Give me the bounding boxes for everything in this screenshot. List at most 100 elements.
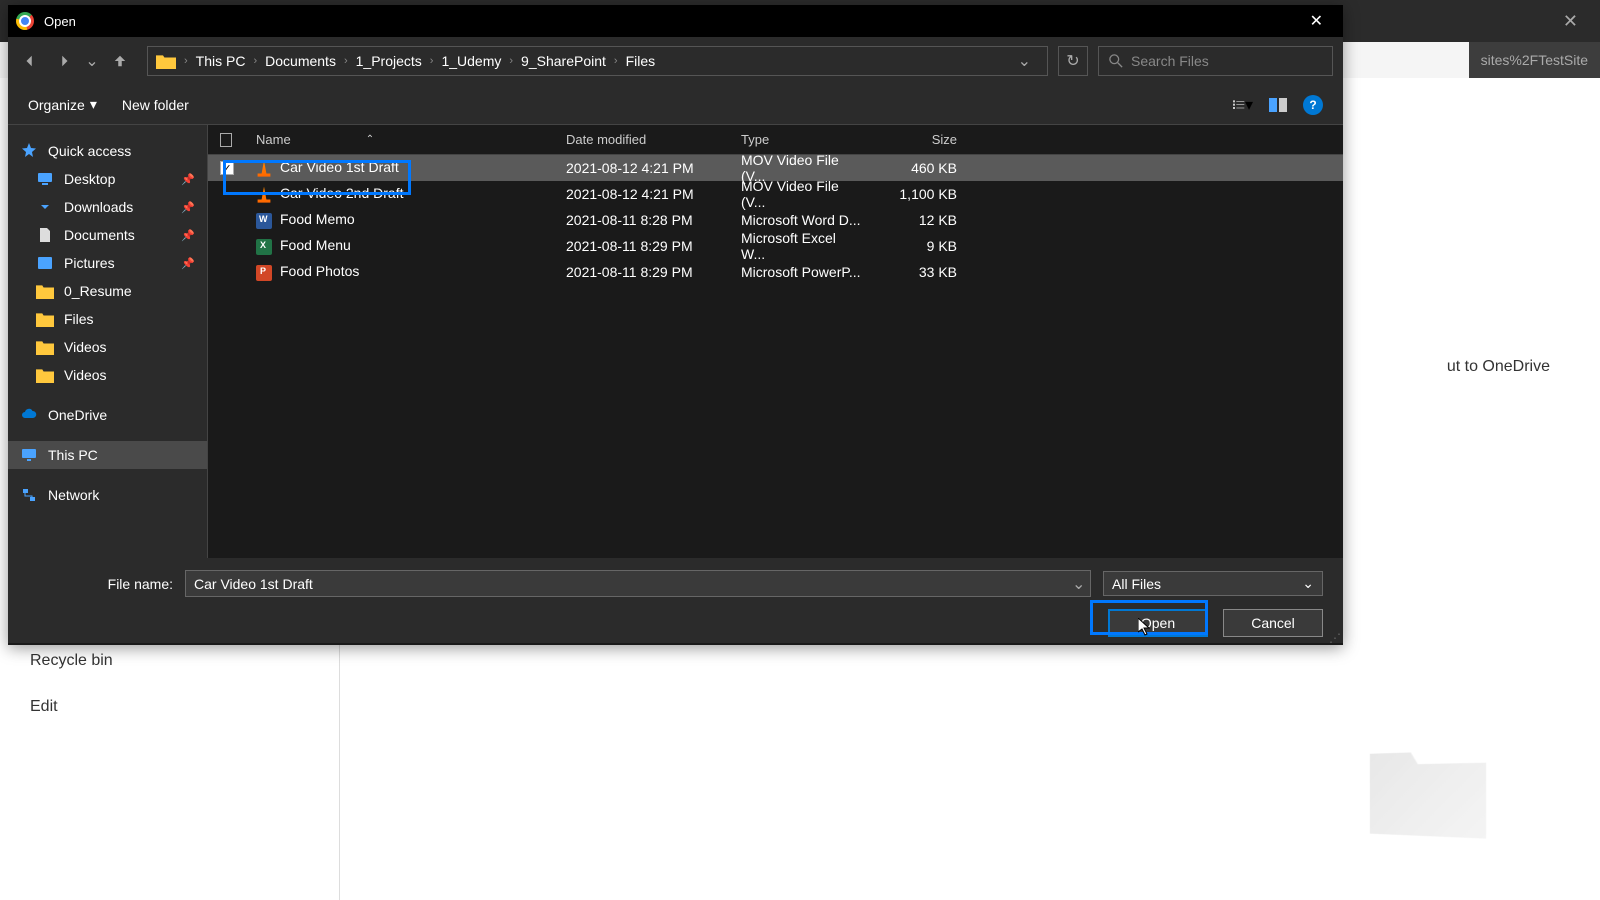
excel-icon (256, 239, 272, 255)
mouse-cursor (1138, 618, 1152, 636)
breadcrumb-path[interactable]: › This PC › Documents › 1_Projects › 1_U… (147, 46, 1048, 76)
column-date[interactable]: Date modified (554, 132, 729, 147)
file-size: 33 KB (874, 264, 969, 280)
tree-label: Network (48, 487, 99, 503)
file-list[interactable]: Name⌃ Date modified Type Size Car Video … (208, 125, 1343, 558)
file-type: Microsoft PowerP... (729, 264, 874, 280)
browser-close-button[interactable]: ✕ (1551, 3, 1590, 40)
resize-grip[interactable]: ⋰ (1329, 631, 1341, 643)
file-name: Food Memo (280, 211, 355, 227)
vlc-icon (256, 187, 272, 203)
tree-label: Pictures (64, 255, 115, 271)
file-date: 2021-08-11 8:29 PM (554, 238, 729, 254)
folder-icon (36, 339, 54, 355)
file-date: 2021-08-12 4:21 PM (554, 186, 729, 202)
tree-label: 0_Resume (64, 283, 132, 299)
breadcrumb-item[interactable]: Files (618, 53, 664, 69)
back-button[interactable] (18, 49, 42, 73)
tree-documents[interactable]: Documents 📌 (8, 221, 207, 249)
breadcrumb-item[interactable]: Documents (257, 53, 344, 69)
file-size: 1,100 KB (874, 186, 969, 202)
forward-button[interactable] (52, 49, 76, 73)
list-header[interactable]: Name⌃ Date modified Type Size (208, 125, 1343, 155)
dropdown-icon: ▾ (90, 96, 97, 113)
filename-dropdown-icon[interactable]: ⌄ (1066, 571, 1090, 596)
column-name[interactable]: Name⌃ (244, 132, 554, 147)
breadcrumb-item[interactable]: This PC (188, 53, 254, 69)
file-size: 460 KB (874, 160, 969, 176)
new-folder-button[interactable]: New folder (122, 97, 189, 113)
file-date: 2021-08-11 8:28 PM (554, 212, 729, 228)
download-icon (36, 199, 54, 215)
breadcrumb-item[interactable]: 1_Udemy (433, 53, 509, 69)
tree-label: Downloads (64, 199, 133, 215)
column-type[interactable]: Type (729, 132, 874, 147)
sidebar-edit[interactable]: Edit (0, 684, 339, 730)
filename-label: File name: (28, 576, 173, 592)
up-button[interactable] (108, 49, 132, 73)
file-name: Car Video 1st Draft (280, 159, 399, 175)
file-name: Food Menu (280, 237, 351, 253)
path-dropdown-icon[interactable]: ⌄ (1010, 51, 1039, 71)
tree-label: OneDrive (48, 407, 107, 423)
pin-icon: 📌 (181, 229, 195, 242)
tree-quick-access[interactable]: Quick access (8, 137, 207, 165)
picture-icon (36, 255, 54, 271)
preview-pane-button[interactable] (1268, 97, 1288, 113)
filetype-label: All Files (1112, 576, 1161, 592)
browser-url-fragment: sites%2FTestSite (1469, 42, 1600, 78)
tree-pictures[interactable]: Pictures 📌 (8, 249, 207, 277)
tree-folder-videos-2[interactable]: Videos (8, 361, 207, 389)
folder-icon (36, 311, 54, 327)
word-icon (256, 213, 272, 229)
tree-label: Quick access (48, 143, 131, 159)
file-date: 2021-08-12 4:21 PM (554, 160, 729, 176)
dialog-close-button[interactable]: ✕ (1298, 7, 1335, 35)
file-row[interactable]: Car Video 2nd Draft 2021-08-12 4:21 PM M… (208, 181, 1343, 207)
breadcrumb-item[interactable]: 9_SharePoint (513, 53, 614, 69)
help-button[interactable]: ? (1303, 95, 1323, 115)
select-all-checkbox[interactable] (208, 133, 244, 147)
file-row[interactable]: Food Photos 2021-08-11 8:29 PM Microsoft… (208, 259, 1343, 285)
tree-onedrive[interactable]: OneDrive (8, 401, 207, 429)
filename-input[interactable] (186, 571, 1066, 596)
breadcrumb-item[interactable]: 1_Projects (348, 53, 430, 69)
tree-label: Files (64, 311, 94, 327)
file-name: Car Video 2nd Draft (280, 185, 403, 201)
tree-label: This PC (48, 447, 98, 463)
file-open-dialog: Open ✕ ⌄ › This PC › Documents › 1_Proje… (8, 5, 1343, 645)
file-checkbox[interactable] (220, 161, 234, 175)
tree-this-pc[interactable]: This PC (8, 441, 207, 469)
tree-network[interactable]: Network (8, 481, 207, 509)
cancel-button[interactable]: Cancel (1223, 609, 1323, 637)
desktop-icon (36, 171, 54, 187)
navigation-bar: ⌄ › This PC › Documents › 1_Projects › 1… (8, 37, 1343, 85)
sort-ascending-icon: ⌃ (366, 134, 374, 145)
folder-icon (156, 53, 176, 69)
network-icon (20, 487, 38, 503)
chrome-icon (16, 12, 34, 30)
recent-dropdown[interactable]: ⌄ (86, 49, 98, 73)
tree-folder-files[interactable]: Files (8, 305, 207, 333)
tree-desktop[interactable]: Desktop 📌 (8, 165, 207, 193)
file-size: 12 KB (874, 212, 969, 228)
open-button[interactable]: Open (1108, 609, 1208, 637)
view-mode-button[interactable]: ▾ (1233, 97, 1253, 113)
folder-tree[interactable]: Quick access Desktop 📌 Downloads 📌 Docum… (8, 125, 208, 558)
tree-downloads[interactable]: Downloads 📌 (8, 193, 207, 221)
tree-folder-videos[interactable]: Videos (8, 333, 207, 361)
dialog-titlebar[interactable]: Open ✕ (8, 5, 1343, 37)
organize-button[interactable]: Organize ▾ (28, 96, 97, 113)
search-input[interactable] (1131, 53, 1322, 69)
tree-label: Documents (64, 227, 135, 243)
file-row[interactable]: Food Menu 2021-08-11 8:29 PM Microsoft E… (208, 233, 1343, 259)
filetype-select[interactable]: All Files ⌄ (1103, 571, 1323, 596)
search-box[interactable] (1098, 46, 1333, 76)
column-size[interactable]: Size (874, 132, 969, 147)
pin-icon: 📌 (181, 201, 195, 214)
refresh-button[interactable]: ↻ (1058, 46, 1088, 76)
dropdown-icon: ⌄ (1302, 575, 1314, 592)
dialog-toolbar: Organize ▾ New folder ▾ ? (8, 85, 1343, 125)
tree-folder-resume[interactable]: 0_Resume (8, 277, 207, 305)
content-area: Quick access Desktop 📌 Downloads 📌 Docum… (8, 125, 1343, 558)
